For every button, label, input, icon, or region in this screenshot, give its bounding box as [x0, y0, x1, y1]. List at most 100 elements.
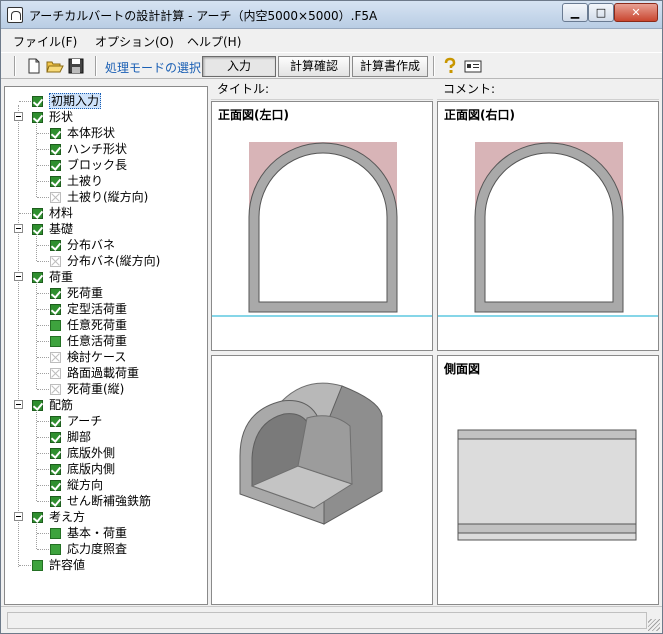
tree-line [37, 485, 49, 486]
checked-box-icon [50, 416, 61, 427]
tree-line [37, 325, 49, 326]
tree-item-label: 死荷重 [67, 286, 104, 300]
tree-line [37, 181, 49, 182]
toolbar-separator [95, 56, 97, 76]
tree-line [37, 293, 49, 294]
close-button[interactable]: ✕ [614, 3, 658, 22]
save-icon[interactable] [67, 57, 85, 75]
toolbar: 処理モードの選択 入力 計算確認 計算書作成 [1, 52, 662, 79]
tree-collapse-icon[interactable] [14, 224, 23, 233]
checked-box-icon [50, 464, 61, 475]
side-view[interactable]: 側面図 [437, 355, 659, 605]
side-bottom-slab [457, 523, 637, 534]
tree-collapse-icon[interactable] [14, 112, 23, 121]
tree-item-label: 任意死荷重 [67, 318, 128, 332]
tree-item-label: 検討ケース [67, 350, 127, 364]
title-bar[interactable]: アーチカルバートの設計計算 - アーチ（内空5000×5000）.F5A ▁ □… [1, 1, 662, 29]
disabled-box-icon [50, 384, 61, 395]
tree-item-label: せん断補強鉄筋 [67, 494, 152, 508]
side-view-title: 側面図 [444, 362, 481, 376]
tree-line [37, 357, 49, 358]
tree-line [37, 533, 49, 534]
tree-line [37, 197, 49, 198]
input-mode-button[interactable]: 入力 [202, 56, 276, 77]
tree-item-label: 分布バネ [67, 238, 116, 252]
tree-item-label: ハンチ形状 [67, 142, 128, 156]
3d-culvert-drawing [239, 382, 384, 525]
tree-line [19, 213, 31, 214]
help-question-icon[interactable] [441, 57, 459, 75]
checked-box-icon [32, 400, 43, 411]
resize-grip-icon[interactable] [648, 619, 660, 631]
about-card-icon[interactable] [464, 57, 482, 75]
green-box-icon [50, 528, 61, 539]
front-left-view[interactable]: 正面図(左口) [211, 101, 433, 351]
checked-box-icon [32, 96, 43, 107]
mode-label: 処理モードの選択 [105, 61, 202, 75]
open-folder-icon[interactable] [46, 57, 64, 75]
tree-item-label: アーチ [67, 414, 103, 428]
menu-options[interactable]: オプション(O) [95, 33, 174, 50]
disabled-box-icon [50, 352, 61, 363]
tree-item-label: 土被り(縦方向) [67, 190, 149, 204]
tree-item-label: 底版外側 [67, 446, 116, 460]
status-cell [7, 612, 647, 629]
checked-box-icon [32, 224, 43, 235]
tree-item-label: 材料 [49, 206, 74, 220]
green-box-icon [50, 320, 61, 331]
disabled-box-icon [50, 368, 61, 379]
menu-help[interactable]: ヘルプ(H) [187, 33, 241, 50]
tree-line [18, 105, 19, 567]
maximize-button[interactable]: □ [588, 3, 614, 22]
new-file-icon[interactable] [25, 57, 43, 75]
minimize-button[interactable]: ▁ [562, 3, 588, 22]
tree-line [37, 149, 49, 150]
tree-item-label: 本体形状 [67, 126, 116, 140]
comment-header: コメント: [437, 80, 659, 100]
checked-box-icon [50, 176, 61, 187]
tree-item-label: 縦方向 [67, 478, 104, 492]
tree-item-label: 定型活荷重 [67, 302, 128, 316]
checked-box-icon [50, 480, 61, 491]
tree-collapse-icon[interactable] [14, 272, 23, 281]
window-title: アーチカルバートの設計計算 - アーチ（内空5000×5000）.F5A [29, 9, 378, 23]
tree-line [37, 133, 49, 134]
culvert-inner [484, 152, 614, 303]
side-top-slab [457, 429, 637, 440]
front-right-view[interactable]: 正面図(右口) [437, 101, 659, 351]
green-box-icon [50, 544, 61, 555]
front-left-drawing [212, 142, 432, 317]
maximize-icon: □ [595, 6, 607, 19]
menu-file[interactable]: ファイル(F) [13, 33, 77, 50]
input-tree[interactable]: 初期入力 形状 本体形状 ハンチ形状 ブロック長 土被り 土被り(縦方向) 材料 基礎 分布バネ分… [4, 86, 208, 605]
tree-line [37, 501, 49, 502]
tree-line [37, 309, 49, 310]
tree-item-label: 許容値 [49, 558, 86, 572]
checked-box-icon [50, 288, 61, 299]
calc-check-button[interactable]: 計算確認 [278, 56, 350, 77]
checked-box-icon [32, 512, 43, 523]
checked-box-icon [32, 112, 43, 123]
report-create-button[interactable]: 計算書作成 [352, 56, 428, 77]
minimize-icon: ▁ [570, 6, 580, 19]
app-icon[interactable] [7, 7, 23, 23]
tree-item-label: 死荷重(縦) [67, 382, 125, 396]
tree-collapse-icon[interactable] [14, 512, 23, 521]
front-left-title: 正面図(左口) [218, 108, 289, 122]
disabled-box-icon [50, 192, 61, 203]
checked-box-icon [50, 448, 61, 459]
disabled-box-icon [50, 256, 61, 267]
front-right-drawing [438, 142, 658, 317]
toolbar-separator [14, 56, 16, 76]
toolbar-separator [433, 56, 435, 76]
culvert-inner [258, 152, 388, 303]
checked-box-icon [50, 240, 61, 251]
tree-item-label: 分布バネ(縦方向) [67, 254, 161, 268]
tree-line [37, 389, 49, 390]
checked-box-icon [50, 432, 61, 443]
tree-item-label: 荷重 [49, 270, 74, 284]
tree-collapse-icon[interactable] [14, 400, 23, 409]
tree-line [37, 261, 49, 262]
tree-line [37, 549, 49, 550]
3d-view[interactable] [211, 355, 433, 605]
